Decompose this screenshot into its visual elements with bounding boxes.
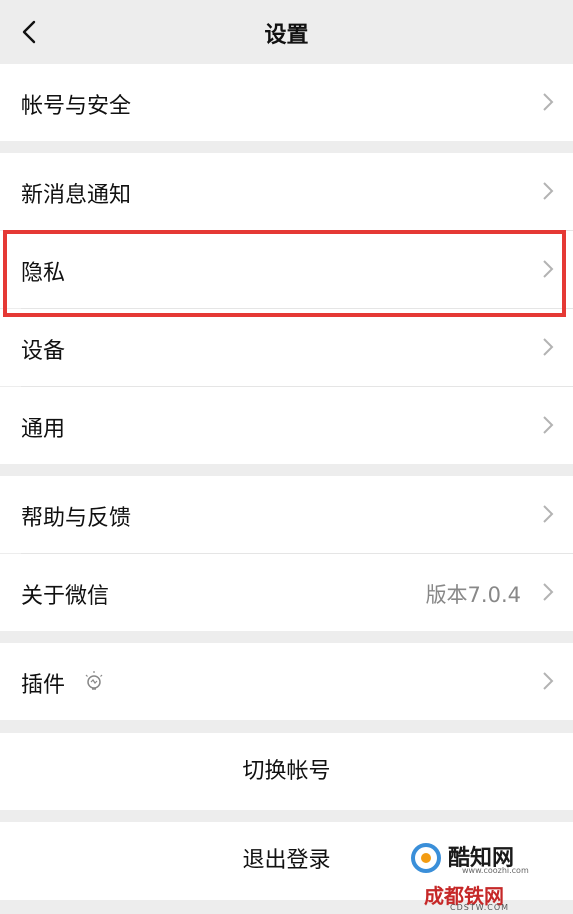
row-label: 插件 xyxy=(21,673,66,698)
row-about-wechat[interactable]: 关于微信 版本7.0.4 xyxy=(0,554,573,631)
chevron-right-icon xyxy=(543,338,554,356)
chevron-right-icon xyxy=(543,583,554,601)
chevron-right-icon xyxy=(543,416,554,434)
cdtw-watermark: 成都铁网 CDSTW.COM xyxy=(420,878,560,914)
coozhi-logo-icon xyxy=(411,843,441,873)
row-label: 关于微信 xyxy=(21,584,110,609)
coozhi-url: www.coozhi.com xyxy=(462,866,529,875)
chevron-right-icon xyxy=(543,182,554,200)
chevron-right-icon xyxy=(543,505,554,523)
row-label: 帐号与安全 xyxy=(21,94,132,119)
switch-account-button[interactable]: 切换帐号 xyxy=(0,733,573,810)
cdtw-url: CDSTW.COM xyxy=(450,903,510,912)
chevron-right-icon xyxy=(543,93,554,111)
row-new-message-notification[interactable]: 新消息通知 xyxy=(0,153,573,230)
coozhi-watermark: 酷知网 www.coozhi.com xyxy=(410,838,560,878)
highlight-box xyxy=(3,230,566,317)
row-label: 新消息通知 xyxy=(21,183,132,208)
chevron-right-icon xyxy=(543,672,554,690)
top-bar: 设置 xyxy=(0,0,573,64)
version-value: 版本7.0.4 xyxy=(425,583,521,607)
row-general[interactable]: 通用 xyxy=(0,387,573,464)
row-label: 通用 xyxy=(21,417,66,442)
row-device[interactable]: 设备 xyxy=(0,309,573,386)
lightbulb-icon xyxy=(85,671,103,690)
row-plugins[interactable]: 插件 xyxy=(0,643,573,720)
row-label: 帮助与反馈 xyxy=(21,506,132,531)
row-label: 设备 xyxy=(21,339,66,364)
page-title: 设置 xyxy=(264,23,309,48)
row-help-feedback[interactable]: 帮助与反馈 xyxy=(0,476,573,553)
row-account-security[interactable]: 帐号与安全 xyxy=(0,64,573,141)
